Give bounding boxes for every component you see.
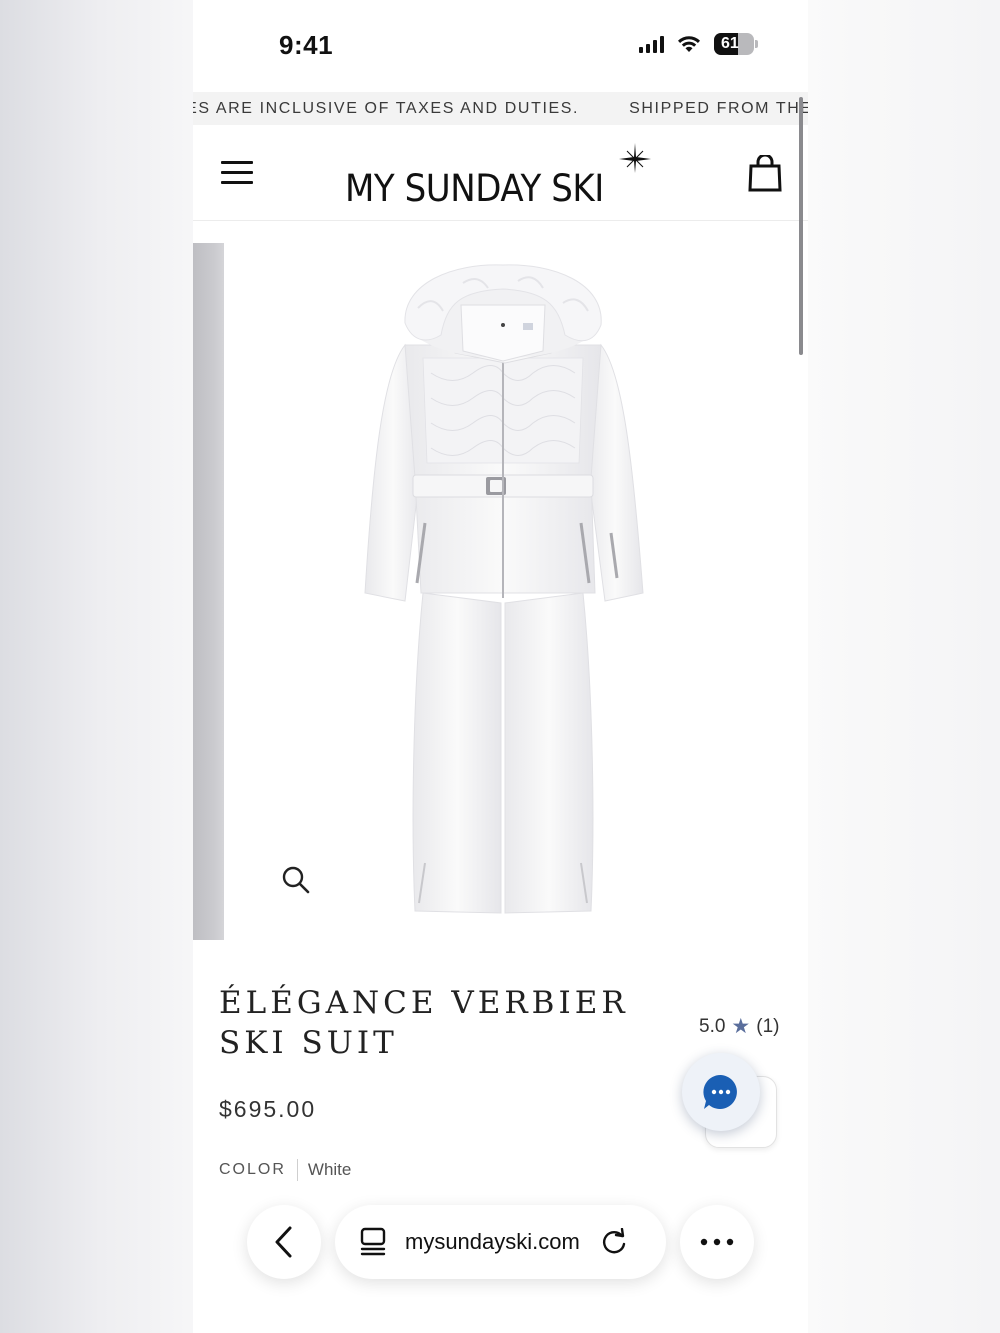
color-value: White xyxy=(307,1160,352,1179)
chevron-left-icon xyxy=(275,1226,292,1258)
tabs-icon[interactable] xyxy=(359,1227,387,1257)
product-rating[interactable]: 5.0 ★ (1) xyxy=(699,1014,779,1039)
menu-button[interactable] xyxy=(221,161,253,185)
wifi-icon xyxy=(678,36,700,52)
product-image[interactable] xyxy=(343,263,663,923)
battery-icon: 61 xyxy=(714,33,754,55)
phone-screen: 9:41 61 CES ARE INCLUSIVE OF TAXES AND D… xyxy=(193,0,808,1333)
status-bar: 9:41 61 xyxy=(193,0,808,92)
chat-bubble-icon xyxy=(703,1074,737,1109)
color-label: COLOR xyxy=(219,1159,298,1181)
battery-indicator: 61 xyxy=(714,33,758,55)
address-bar[interactable]: mysundayski.com xyxy=(335,1205,666,1279)
status-time: 9:41 xyxy=(279,30,334,60)
battery-level: 61 xyxy=(721,35,739,52)
product-price: $695.00 xyxy=(219,1096,317,1122)
logo-text: MY SUNDAY SKI xyxy=(345,167,604,210)
gallery-previous-slide[interactable] xyxy=(193,243,224,940)
shopping-bag-icon xyxy=(748,153,782,192)
color-selector: COLOR White xyxy=(219,1159,351,1181)
magnifier-icon xyxy=(282,866,310,894)
rating-value: 5.0 xyxy=(699,1015,726,1037)
sparkle-icon xyxy=(619,143,651,173)
cellular-signal-icon xyxy=(639,35,664,53)
announcement-item: SHIPPED FROM THE xyxy=(629,100,808,117)
product-title: ÉLÉGANCE VERBIER SKI SUIT xyxy=(219,985,629,1061)
site-logo[interactable]: MY SUNDAY SKI xyxy=(345,143,651,211)
back-button[interactable] xyxy=(247,1205,321,1279)
product-gallery[interactable] xyxy=(193,243,808,940)
announcement-track: CES ARE INCLUSIVE OF TAXES AND DUTIES. S… xyxy=(193,100,808,118)
ellipsis-icon xyxy=(700,1238,734,1246)
hamburger-icon xyxy=(221,161,253,185)
reload-icon[interactable] xyxy=(600,1228,628,1256)
chat-button[interactable] xyxy=(682,1053,760,1131)
url-text[interactable]: mysundayski.com xyxy=(405,1229,580,1255)
more-button[interactable] xyxy=(680,1205,754,1279)
zoom-button[interactable] xyxy=(281,865,315,899)
cart-button[interactable] xyxy=(748,153,782,193)
announcement-bar: CES ARE INCLUSIVE OF TAXES AND DUTIES. S… xyxy=(193,92,808,125)
browser-toolbar: mysundayski.com xyxy=(193,1196,808,1333)
announcement-item: CES ARE INCLUSIVE OF TAXES AND DUTIES. xyxy=(193,100,580,117)
status-icons: 61 xyxy=(639,33,758,55)
site-header: MY SUNDAY SKI xyxy=(193,125,808,221)
star-icon: ★ xyxy=(731,1015,751,1038)
review-count: (1) xyxy=(756,1015,780,1037)
